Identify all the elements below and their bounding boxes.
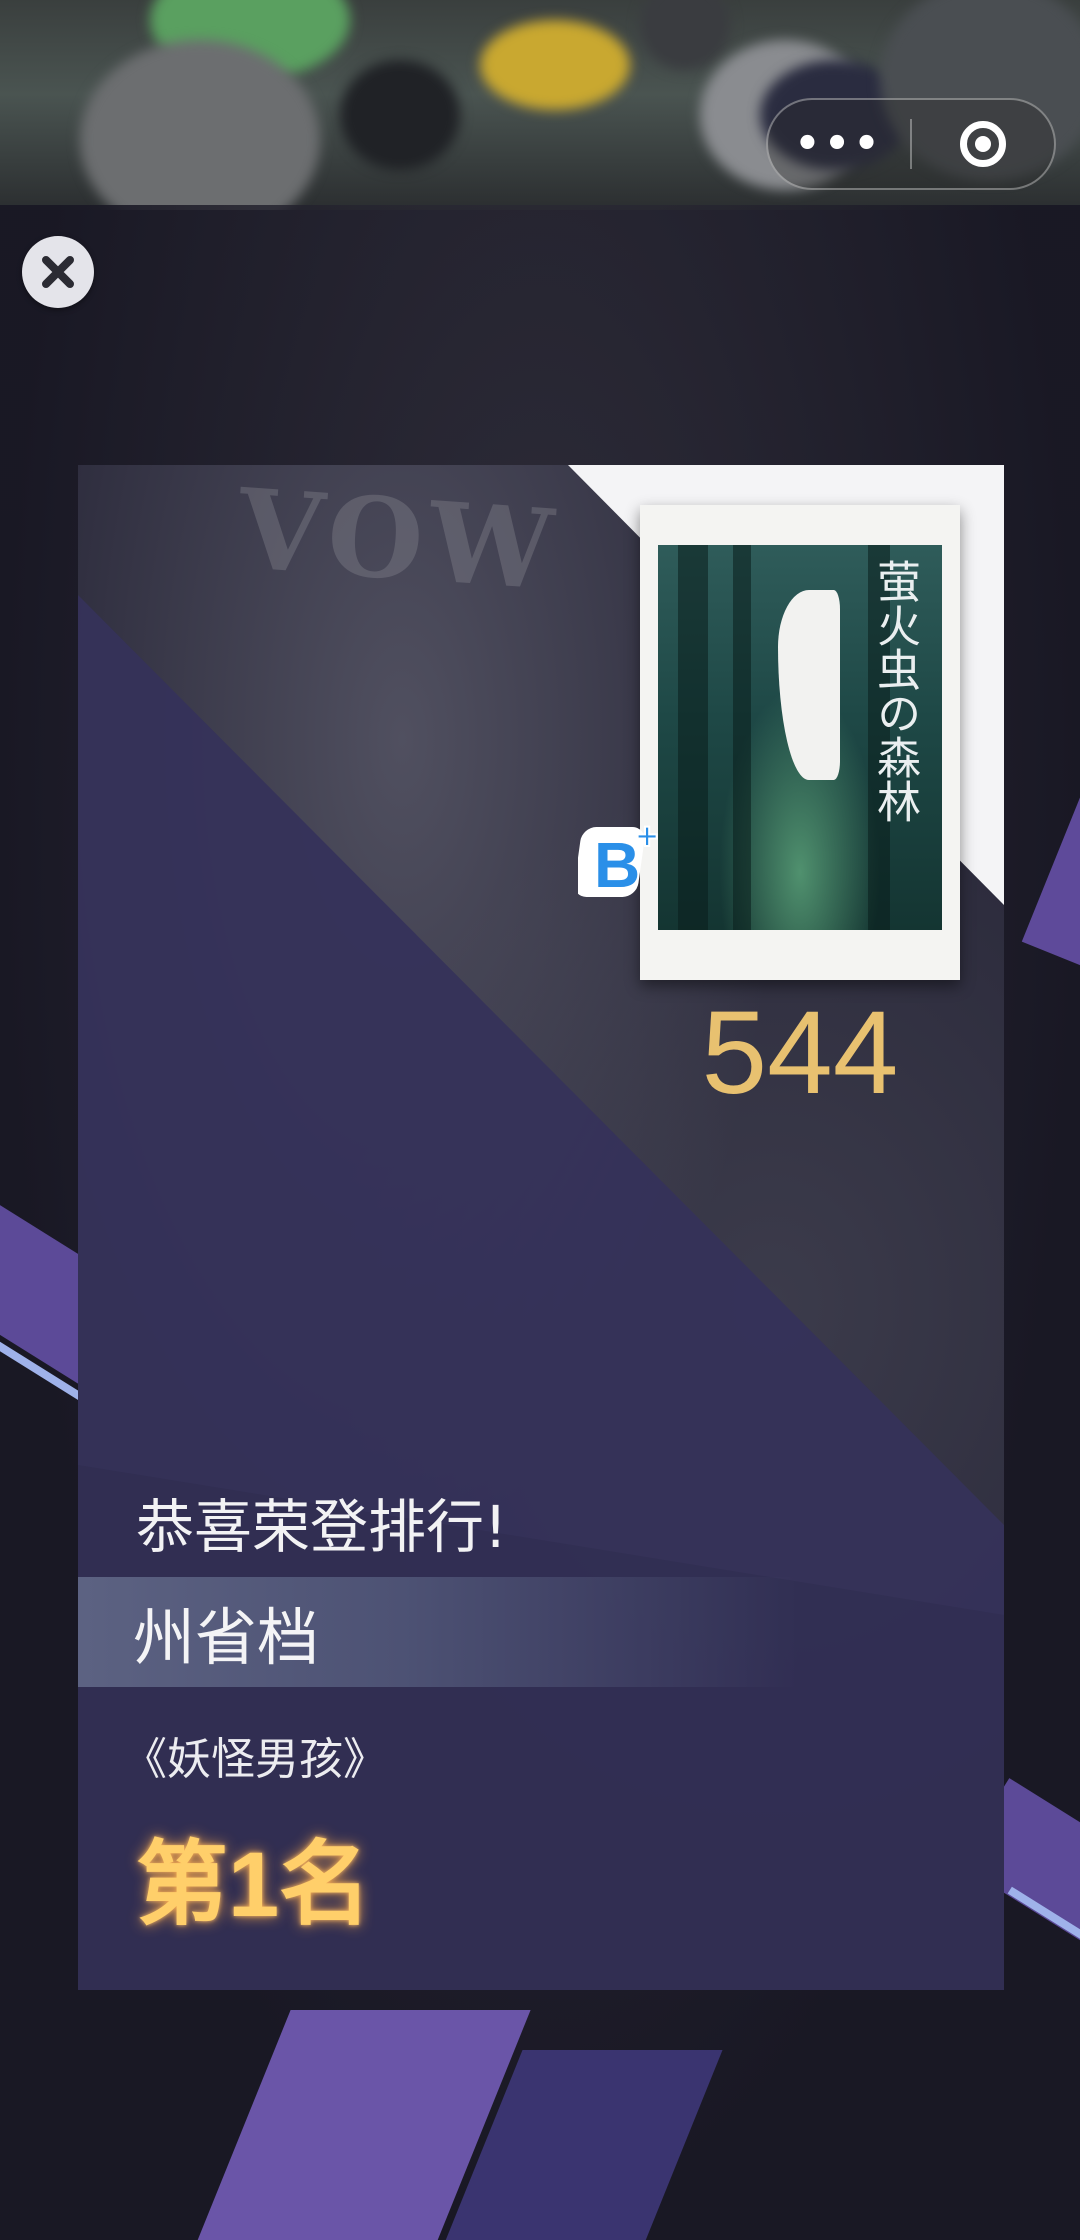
poster-frame: 萤火虫の森林 <box>640 505 960 980</box>
poster-tree <box>678 545 708 930</box>
poster-mask-figure <box>778 590 840 780</box>
screen: ••• VOW 萤火虫の森林 B + 544 恭喜荣登排行! 州省档 《妖怪男孩… <box>0 0 1080 2240</box>
more-dots-icon[interactable]: ••• <box>768 100 910 188</box>
tier-label: 州省档 <box>133 1601 320 1674</box>
close-icon <box>42 256 74 288</box>
target-icon <box>960 121 1006 167</box>
rank-text: 第1名 <box>136 1834 372 1936</box>
close-button[interactable] <box>22 236 94 308</box>
grade-badge-icon: B + <box>578 815 659 901</box>
rank-result-card: VOW 萤火虫の森林 B + 544 恭喜荣登排行! 州省档 《妖怪男孩》 第1… <box>78 465 1004 1990</box>
work-title: 《妖怪男孩》 <box>123 1734 387 1785</box>
target-icon-dot <box>975 136 991 152</box>
congrats-text: 恭喜荣登排行! <box>136 1493 508 1561</box>
poster-tree <box>733 545 751 930</box>
score-value: 544 <box>701 987 899 1119</box>
exit-mini-program-button[interactable] <box>912 100 1054 188</box>
grade-badge-letter: B <box>594 829 640 901</box>
poster-title: 萤火虫の森林 <box>869 559 920 823</box>
movie-poster: 萤火虫の森林 <box>658 545 942 930</box>
mini-program-capsule: ••• <box>766 98 1056 190</box>
grade-badge-plus: + <box>636 816 658 858</box>
